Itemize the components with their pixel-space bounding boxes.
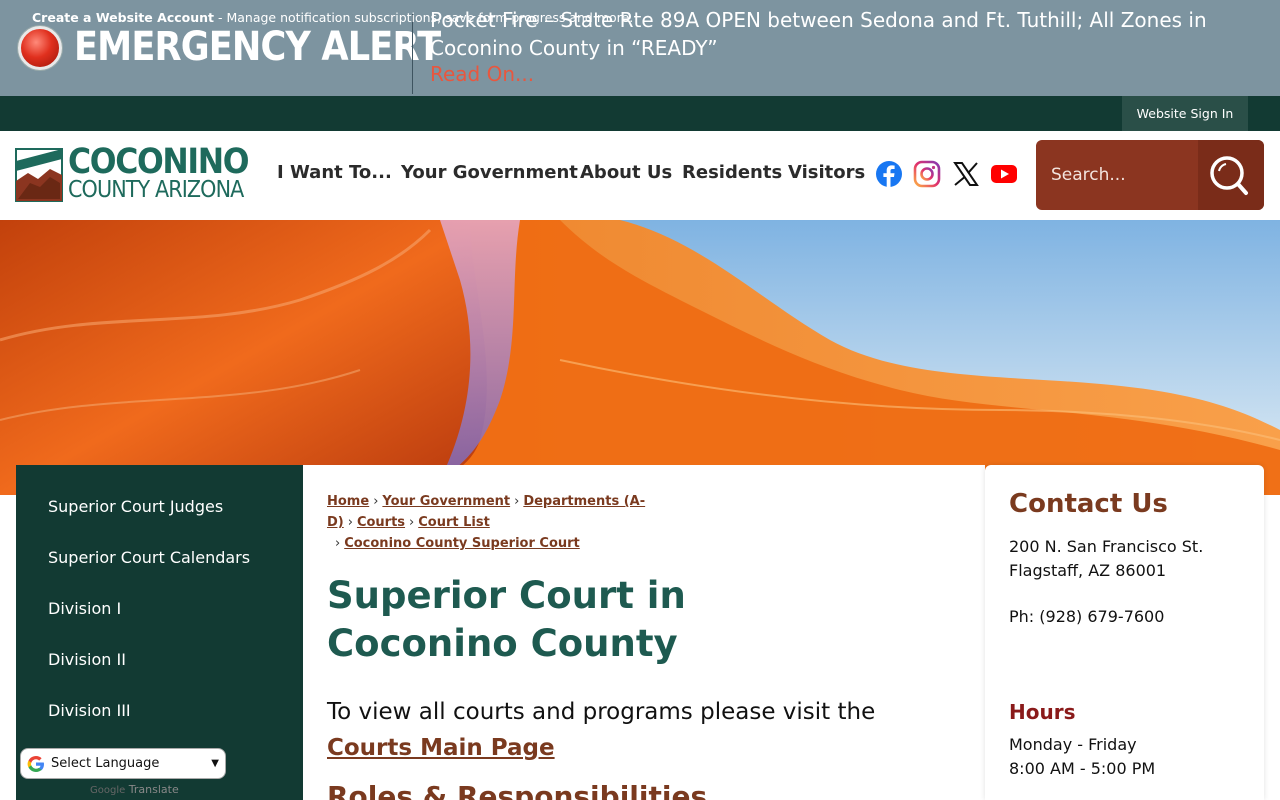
chevron-down-icon: ▼ xyxy=(211,758,219,769)
alert-read-on-link[interactable]: Read On... xyxy=(430,62,534,86)
search-input[interactable] xyxy=(1036,140,1198,210)
intro-prefix: To view all courts and programs please v… xyxy=(327,699,876,725)
account-bar-text: Create a Website Account - Manage notifi… xyxy=(32,10,633,25)
breadcrumb-current[interactable]: Coconino County Superior Court xyxy=(344,536,580,551)
contact-address-line1: 200 N. San Francisco St. xyxy=(1009,537,1204,556)
language-select[interactable]: Select Language ▼ xyxy=(20,748,226,779)
powered-by-google: Google Translate xyxy=(90,783,179,796)
youtube-icon[interactable] xyxy=(990,160,1018,188)
side-nav-item[interactable]: Superior Court Calendars xyxy=(48,548,250,567)
side-nav-item[interactable]: Division II xyxy=(48,650,126,669)
account-description: - Manage notification subscriptions, sav… xyxy=(214,10,634,25)
google-icon xyxy=(27,755,44,772)
instagram-icon[interactable] xyxy=(913,160,941,188)
side-nav-item[interactable]: Division III xyxy=(48,701,131,720)
logo-line2[interactable]: COUNTY ARIZONA xyxy=(68,177,244,203)
breadcrumb-court-list[interactable]: Court List xyxy=(418,515,490,530)
breadcrumb-separator: › xyxy=(409,515,415,530)
alert-title: EMERGENCY ALERT xyxy=(74,24,441,70)
logo-line1[interactable]: COCONINO xyxy=(68,142,250,182)
alert-divider xyxy=(412,14,413,94)
breadcrumb-your-government[interactable]: Your Government xyxy=(382,494,510,509)
translate-label[interactable]: Translate xyxy=(129,783,179,796)
google-label: Google xyxy=(90,785,126,796)
contact-phone[interactable]: Ph: (928) 679-7600 xyxy=(1009,607,1164,626)
search-icon xyxy=(1210,156,1248,195)
nav-visitors[interactable]: Visitors xyxy=(788,162,865,183)
nav-about-us[interactable]: About Us xyxy=(580,162,672,183)
contact-title: Contact Us xyxy=(1009,489,1168,519)
x-icon[interactable] xyxy=(952,160,980,188)
search-button[interactable] xyxy=(1198,140,1264,210)
section-heading: Roles & Responsibilities xyxy=(327,780,708,800)
breadcrumb-separator: › xyxy=(373,494,379,509)
breadcrumb-courts[interactable]: Courts xyxy=(357,515,405,530)
nav-i-want-to[interactable]: I Want To... xyxy=(277,162,392,183)
contact-address-line2: Flagstaff, AZ 86001 xyxy=(1009,561,1167,580)
nav-your-government[interactable]: Your Government xyxy=(401,162,578,183)
hours-days: Monday - Friday xyxy=(1009,735,1137,754)
hero-image xyxy=(0,220,1280,495)
hours-title: Hours xyxy=(1009,700,1076,724)
hours-time: 8:00 AM - 5:00 PM xyxy=(1009,759,1156,778)
intro-text: To view all courts and programs please v… xyxy=(327,694,907,766)
breadcrumb: Home › Your Government › Departments (A-D) › C… xyxy=(327,491,757,554)
nav-residents[interactable]: Residents xyxy=(682,162,782,183)
facebook-icon[interactable] xyxy=(875,160,903,188)
breadcrumb-home[interactable]: Home xyxy=(327,494,369,509)
breadcrumb-separator: › xyxy=(347,515,353,530)
alert-icon xyxy=(18,26,62,70)
language-select-label: Select Language xyxy=(51,756,160,771)
breadcrumb-separator: › xyxy=(514,494,520,509)
breadcrumb-separator: › xyxy=(335,536,341,551)
side-nav-item[interactable]: Superior Court Judges xyxy=(48,497,223,516)
create-account-link[interactable]: Create a Website Account xyxy=(32,10,214,25)
account-bar xyxy=(0,96,1280,131)
page-title: Superior Court in Coconino County xyxy=(327,574,686,665)
sign-in-button[interactable]: Website Sign In xyxy=(1122,96,1248,131)
courts-main-page-link[interactable]: Courts Main Page xyxy=(327,735,555,761)
side-nav-item[interactable]: Division I xyxy=(48,599,121,618)
